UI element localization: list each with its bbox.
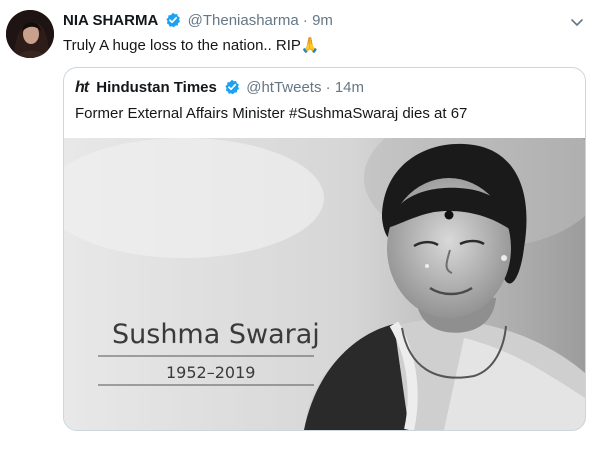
- tweet-header: NIA SHARMA @Theniasharma · 9m: [63, 12, 333, 32]
- chevron-down-icon[interactable]: [569, 14, 585, 35]
- separator-dot: ·: [325, 79, 331, 96]
- avatar-image: [6, 10, 54, 58]
- media-years-text: 1952–2019: [166, 363, 255, 382]
- quoted-header: ht Hindustan Times @htTweets · 14m: [75, 79, 364, 99]
- tweet-text: Truly A huge loss to the nation.. RIP🙏: [63, 37, 320, 54]
- quoted-media-image[interactable]: Sushma Swaraj 1952–2019: [64, 138, 585, 430]
- quoted-tweet-time[interactable]: 14m: [335, 79, 364, 96]
- avatar[interactable]: [6, 10, 54, 58]
- author-name[interactable]: NIA SHARMA: [63, 12, 158, 29]
- verified-badge-icon: [224, 79, 240, 99]
- tribute-image: Sushma Swaraj 1952–2019: [64, 138, 585, 430]
- quoted-author-name[interactable]: Hindustan Times: [96, 79, 217, 96]
- verified-badge-icon: [165, 12, 181, 32]
- quoted-author-handle[interactable]: @htTweets: [246, 79, 321, 96]
- quoted-tweet-text: Former External Affairs Minister #Sushma…: [75, 105, 468, 122]
- ht-logo: ht: [75, 79, 89, 96]
- quoted-tweet[interactable]: ht Hindustan Times @htTweets · 14m Forme…: [63, 67, 586, 431]
- author-handle[interactable]: @Theniasharma: [188, 12, 299, 29]
- tweet-time[interactable]: 9m: [312, 12, 333, 29]
- separator-dot: ·: [302, 12, 308, 29]
- media-name-text: Sushma Swaraj: [112, 319, 320, 350]
